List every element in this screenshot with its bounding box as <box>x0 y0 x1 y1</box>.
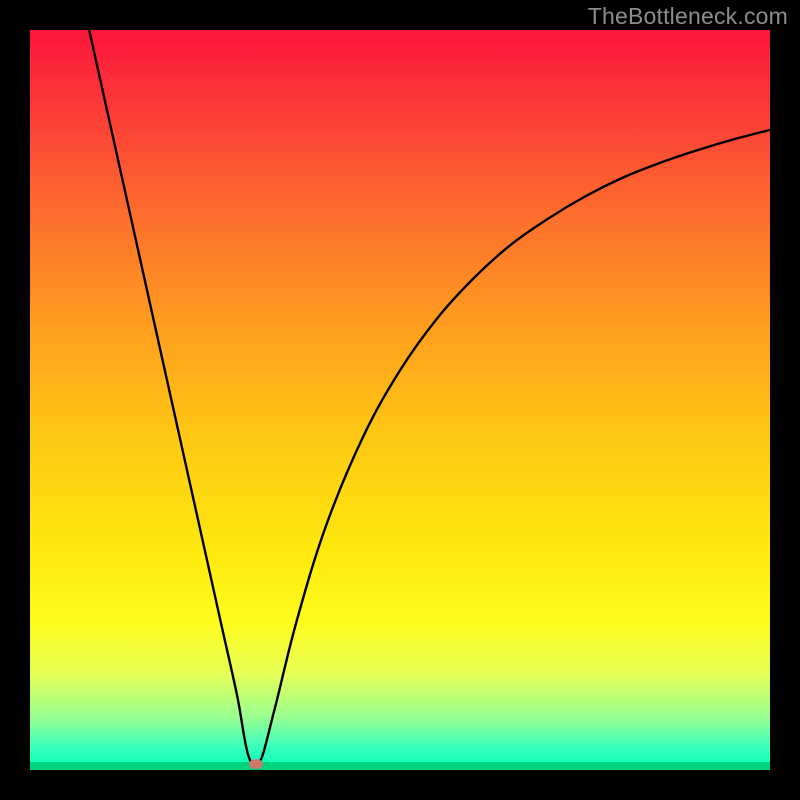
minimum-marker <box>249 759 263 769</box>
chart-container: TheBottleneck.com <box>0 0 800 800</box>
plot-area <box>30 30 770 770</box>
watermark-text: TheBottleneck.com <box>588 3 788 30</box>
baseline-band <box>30 762 770 770</box>
